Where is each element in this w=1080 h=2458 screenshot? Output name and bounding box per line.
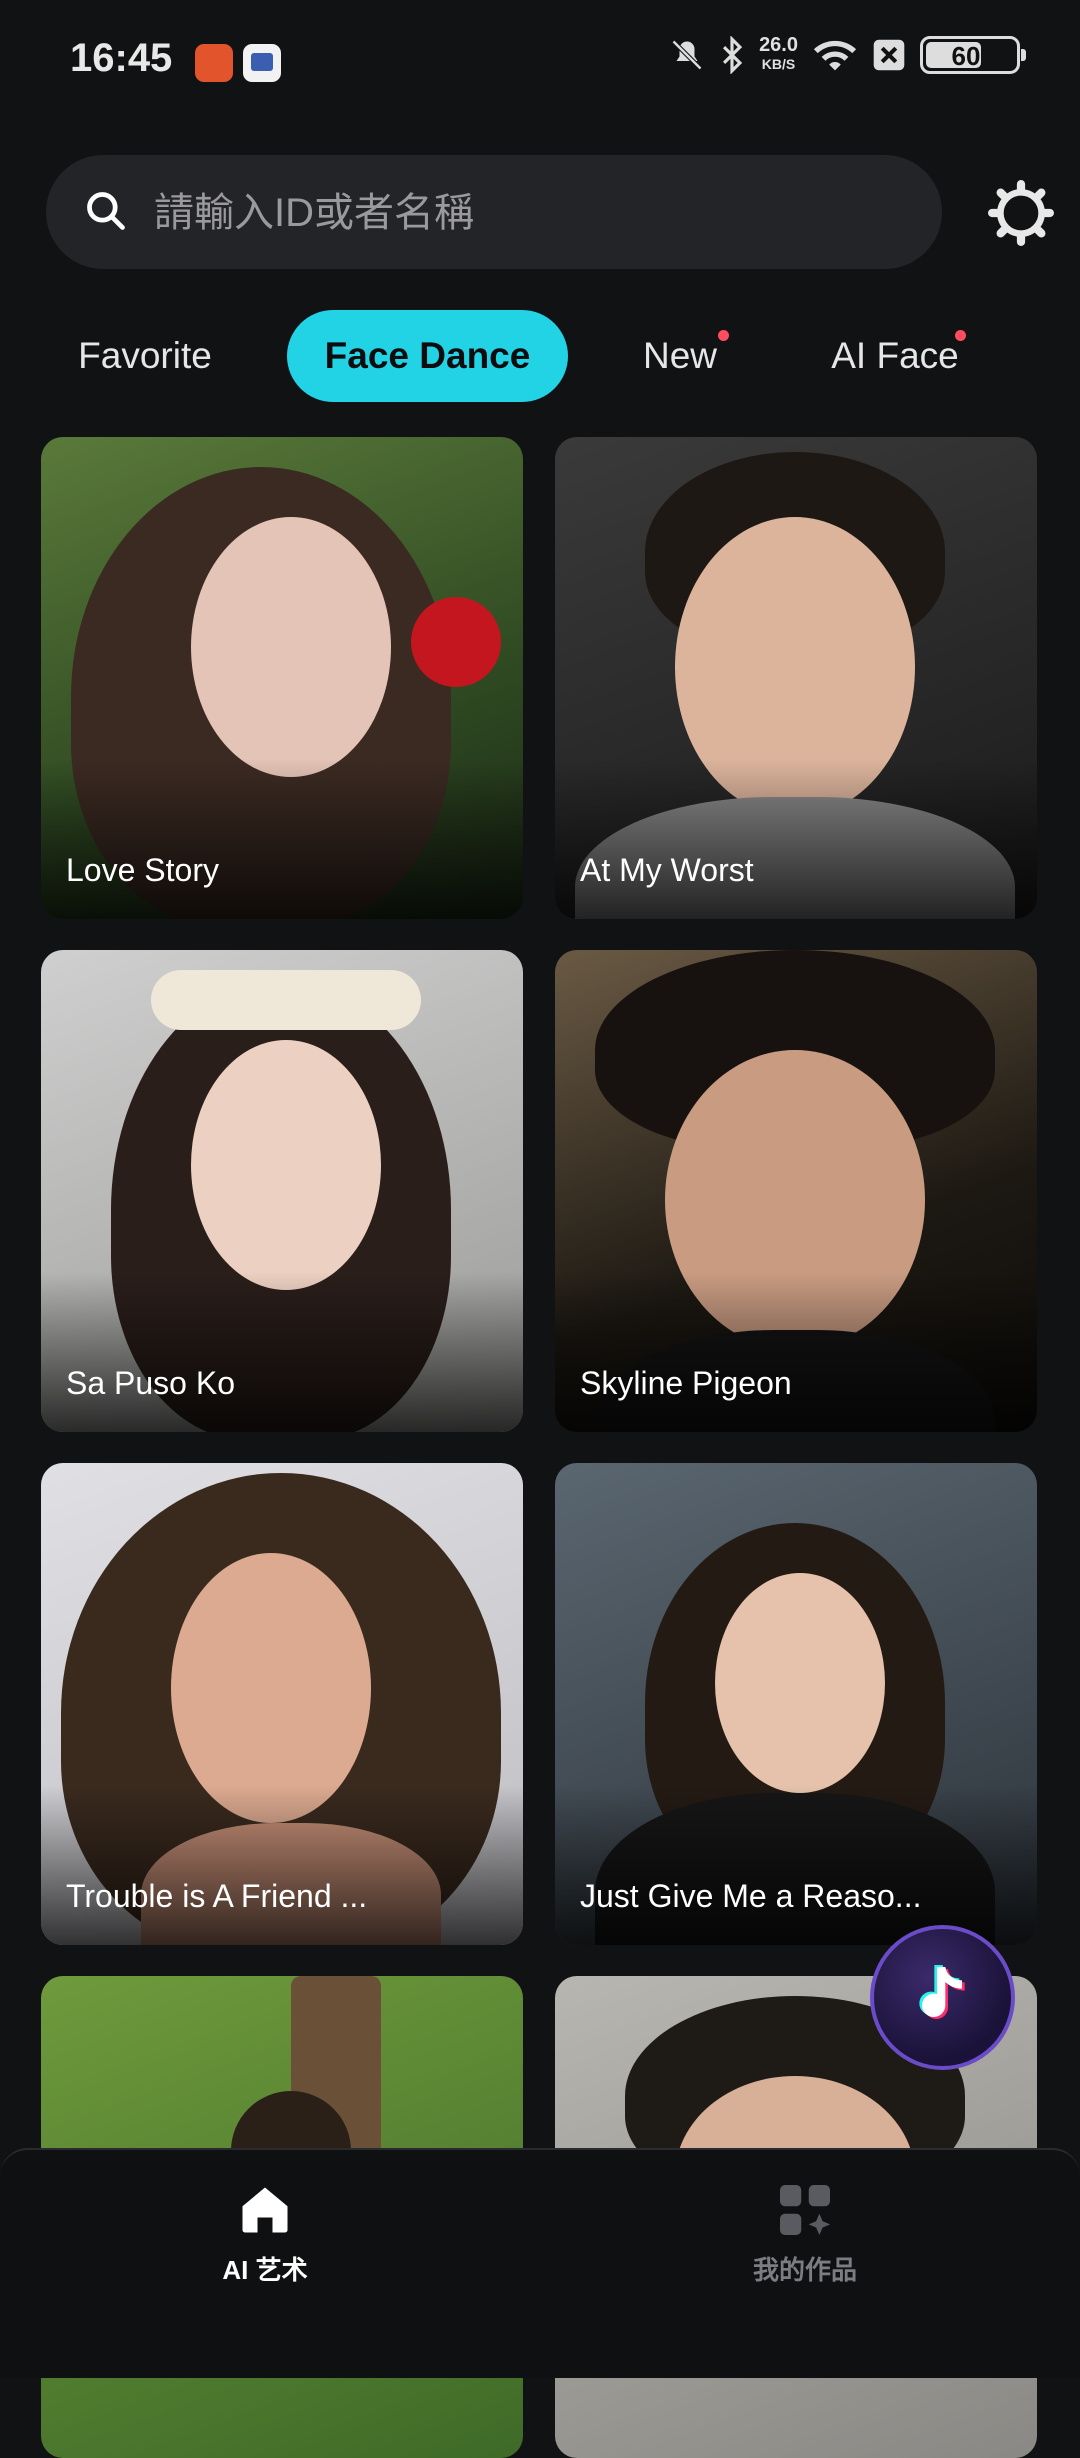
tab-favorite[interactable]: Favorite: [50, 310, 240, 402]
template-card[interactable]: Sa Puso Ko: [41, 950, 523, 1432]
card-title: At My Worst: [580, 852, 754, 888]
wifi-icon: [813, 40, 857, 71]
bottom-navigation: AI 艺术 我的作品: [0, 2148, 1080, 2378]
template-card[interactable]: Trouble is A Friend ...: [41, 1463, 523, 1945]
tab-ai-face[interactable]: AI Face: [815, 310, 975, 402]
template-card[interactable]: At My Worst: [555, 437, 1037, 919]
battery-indicator: 60: [920, 36, 1026, 74]
tab-face-dance[interactable]: Face Dance: [287, 310, 568, 402]
home-icon: [242, 2187, 288, 2233]
grid-works-icon: [780, 2185, 831, 2235]
card-title: Love Story: [66, 852, 219, 888]
close-box-icon: [873, 39, 905, 71]
notification-app-icon: [195, 44, 233, 82]
template-card[interactable]: Just Give Me a Reaso...: [555, 1463, 1037, 1945]
net-speed: 26.0 KB/S: [759, 34, 798, 72]
nav-label: 我的作品: [752, 2255, 857, 2285]
music-note-icon: [919, 1965, 965, 2020]
tab-new-badge-dot: [718, 330, 729, 341]
status-bar: 16:45 26.0 KB/S 60: [0, 0, 1080, 130]
tab-ai-face-badge-dot: [955, 330, 966, 341]
search-input[interactable]: [152, 185, 916, 241]
bluetooth-icon: [723, 36, 743, 74]
floating-music-button[interactable]: [870, 1925, 1015, 2070]
search-icon: [87, 192, 125, 230]
card-title: Sa Puso Ko: [66, 1365, 235, 1401]
notification-app-icon-2: [243, 44, 281, 82]
nav-item-my-works[interactable]: 我的作品: [655, 2180, 955, 2287]
card-title: Just Give Me a Reaso...: [580, 1878, 922, 1914]
mute-bell-icon: [671, 39, 703, 71]
search-bar[interactable]: [46, 155, 942, 269]
tab-new[interactable]: New: [620, 310, 740, 402]
settings-gear-icon[interactable]: [988, 180, 1054, 246]
nav-label: AI 艺术: [222, 2255, 308, 2285]
card-title: Skyline Pigeon: [580, 1365, 792, 1401]
template-card[interactable]: Love Story: [41, 437, 523, 919]
status-time: 16:45: [70, 36, 173, 80]
card-title: Trouble is A Friend ...: [66, 1878, 368, 1914]
nav-item-ai-art[interactable]: AI 艺术: [115, 2180, 415, 2287]
template-card[interactable]: Skyline Pigeon: [555, 950, 1037, 1432]
